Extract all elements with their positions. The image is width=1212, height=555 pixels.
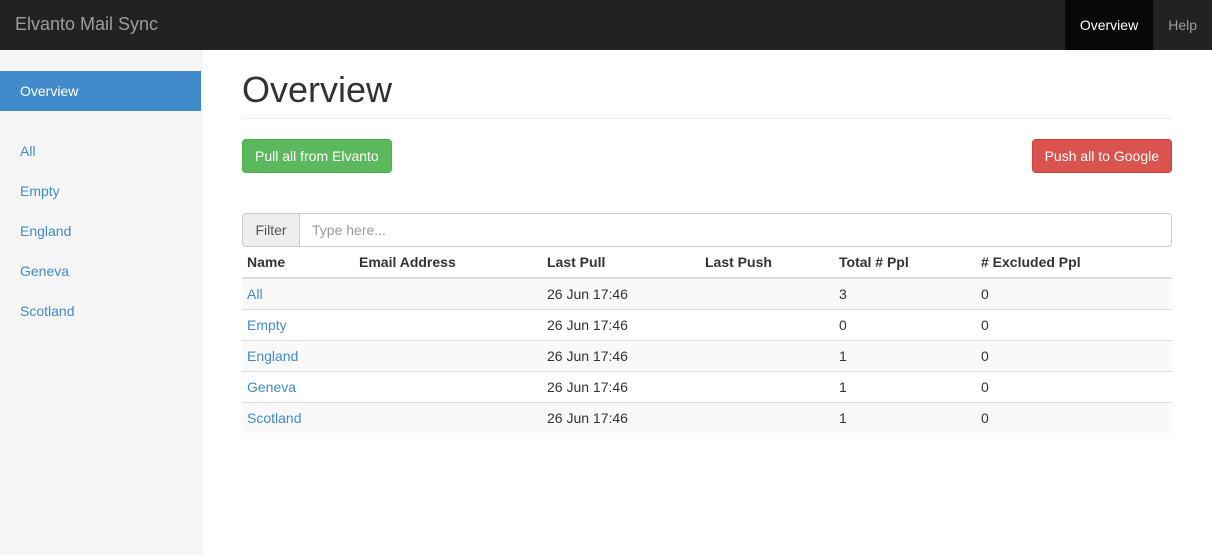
top-navbar: Elvanto Mail Sync Overview Help (0, 0, 1212, 50)
cell-last-push (700, 401, 834, 433)
cell-name: Empty (242, 308, 354, 340)
cell-last-push (700, 370, 834, 402)
sidebar-group-list: All Empty England Geneva Scotland (0, 131, 201, 331)
cell-excluded: 0 (976, 401, 1172, 433)
sidebar-item-all[interactable]: All (0, 131, 201, 171)
cell-name: All (242, 277, 354, 309)
table-row: All 26 Jun 17:46 3 0 (242, 277, 1172, 309)
col-last-pull[interactable]: Last Pull (542, 247, 700, 279)
table-row: Geneva 26 Jun 17:46 1 0 (242, 370, 1172, 402)
navbar-links: Overview Help (1064, 0, 1212, 50)
cell-email (354, 308, 542, 340)
cell-last-pull: 26 Jun 17:46 (542, 401, 700, 433)
cell-total: 1 (834, 370, 976, 402)
group-link-scotland[interactable]: Scotland (247, 410, 301, 426)
table-row: England 26 Jun 17:46 1 0 (242, 339, 1172, 371)
cell-email (354, 339, 542, 371)
cell-excluded: 0 (976, 277, 1172, 309)
filter-group: Filter (242, 213, 1172, 247)
cell-excluded: 0 (976, 308, 1172, 340)
table-row: Empty 26 Jun 17:46 0 0 (242, 308, 1172, 340)
col-name[interactable]: Name (242, 247, 354, 279)
sidebar-item-overview[interactable]: Overview (0, 71, 201, 111)
cell-total: 1 (834, 401, 976, 433)
push-all-button[interactable]: Push all to Google (1031, 139, 1172, 173)
cell-name: Scotland (242, 401, 354, 433)
main-content: Overview Pull all from Elvanto Push all … (242, 50, 1172, 433)
cell-email (354, 277, 542, 309)
cell-last-pull: 26 Jun 17:46 (542, 308, 700, 340)
cell-email (354, 401, 542, 433)
cell-last-push (700, 339, 834, 371)
cell-last-pull: 26 Jun 17:46 (542, 339, 700, 371)
groups-table: Name Email Address Last Pull Last Push T… (242, 247, 1172, 433)
filter-label: Filter (242, 213, 300, 247)
cell-last-pull: 26 Jun 17:46 (542, 277, 700, 309)
table-row: Scotland 26 Jun 17:46 1 0 (242, 401, 1172, 433)
page-header: Overview (242, 70, 1172, 119)
page-title: Overview (242, 69, 393, 110)
sidebar-item-empty[interactable]: Empty (0, 171, 201, 211)
sidebar-item-england[interactable]: England (0, 211, 201, 251)
cell-total: 1 (834, 339, 976, 371)
cell-total: 3 (834, 277, 976, 309)
filter-input[interactable] (300, 213, 1172, 247)
table-body: All 26 Jun 17:46 3 0 Empty 26 Jun 17:46 … (242, 277, 1172, 433)
brand-link[interactable]: Elvanto Mail Sync (15, 14, 158, 35)
nav-help-link[interactable]: Help (1153, 0, 1212, 50)
group-link-all[interactable]: All (247, 286, 263, 302)
col-excluded[interactable]: # Excluded Ppl (976, 247, 1172, 279)
group-link-geneva[interactable]: Geneva (247, 379, 296, 395)
group-link-england[interactable]: England (247, 348, 298, 364)
cell-name: Geneva (242, 370, 354, 402)
sidebar: Overview All Empty England Geneva Scotla… (0, 50, 202, 555)
cell-email (354, 370, 542, 402)
pull-all-button[interactable]: Pull all from Elvanto (242, 139, 392, 173)
table-header: Name Email Address Last Pull Last Push T… (242, 247, 1172, 279)
col-last-push[interactable]: Last Push (700, 247, 834, 279)
cell-last-pull: 26 Jun 17:46 (542, 370, 700, 402)
cell-last-push (700, 308, 834, 340)
cell-name: England (242, 339, 354, 371)
cell-excluded: 0 (976, 370, 1172, 402)
nav-overview-link[interactable]: Overview (1064, 0, 1154, 50)
group-link-empty[interactable]: Empty (247, 317, 287, 333)
cell-total: 0 (834, 308, 976, 340)
cell-excluded: 0 (976, 339, 1172, 371)
sidebar-item-scotland[interactable]: Scotland (0, 291, 201, 331)
header-row: Name Email Address Last Pull Last Push T… (242, 247, 1172, 279)
action-buttons: Pull all from Elvanto Push all to Google (242, 139, 1172, 173)
col-total[interactable]: Total # Ppl (834, 247, 976, 279)
cell-last-push (700, 277, 834, 309)
sidebar-item-geneva[interactable]: Geneva (0, 251, 201, 291)
col-email[interactable]: Email Address (354, 247, 542, 279)
